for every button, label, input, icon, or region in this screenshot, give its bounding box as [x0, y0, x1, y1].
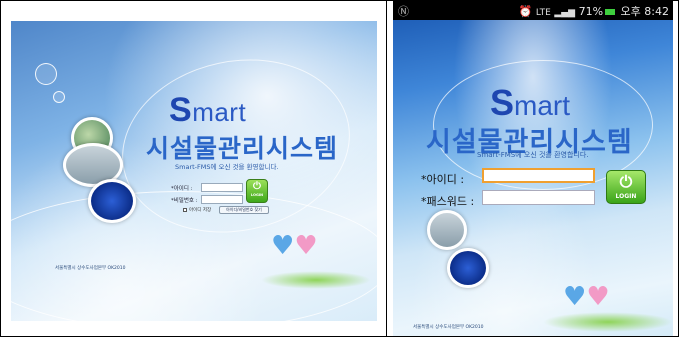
battery-icon [605, 9, 616, 15]
battery-percent: 71% [578, 5, 604, 18]
footer-org: 서울특별시 상수도사업본부 OK2010 [413, 325, 484, 330]
mascot-characters: ♥♥ [271, 231, 318, 261]
decorative-bubble [53, 91, 65, 103]
blue-mascot-icon: ♥ [563, 282, 587, 312]
id-label: *아이디 : [421, 173, 465, 186]
mascot-characters: ♥♥ [563, 282, 610, 312]
page-title: 시설물관리시스템 [146, 134, 339, 163]
welcome-subtitle: Smart-FMS에 오신 것을 환영합니다. [175, 163, 279, 171]
alarm-icon: ⏰ [518, 5, 533, 18]
password-label: *패스워드 : [421, 195, 475, 208]
password-input[interactable] [201, 195, 243, 204]
notification-icon: Ⓝ [398, 5, 409, 18]
footer-org: 서울특별시 상수도사업본부 OK2010 [55, 266, 126, 271]
signal-icon: ▂▄▆ [554, 8, 576, 18]
login-button-label: LOGIN [615, 193, 637, 200]
decorative-grass [261, 271, 371, 289]
facility-photo [88, 179, 136, 223]
status-right: ⏰ LTE ▂▄▆ 71% 오후 8:42 [519, 3, 669, 19]
power-icon: ⏻ [619, 172, 633, 191]
remember-id-checkbox[interactable]: 아이디 저장 [183, 207, 211, 213]
smart-logo: Smart [490, 82, 571, 123]
login-button[interactable]: ⏻ LOGIN [246, 179, 268, 203]
decorative-grass [543, 312, 673, 332]
id-label: *아이디 : [171, 186, 193, 192]
clock: 오후 8:42 [620, 5, 669, 18]
checkbox-box[interactable] [183, 207, 187, 212]
password-label: *비밀번호 : [171, 198, 198, 204]
facility-photo [427, 210, 467, 250]
login-button[interactable]: ⏻ LOGIN [606, 170, 646, 204]
power-icon: ⏻ [253, 181, 261, 192]
remember-id-label: 아이디 저장 [189, 208, 212, 213]
decorative-bubble [35, 63, 57, 85]
mobile-screenshot: Ⓝ ⏰ LTE ▂▄▆ 71% 오후 8:42 Smart 시설물관리시스템 S… [387, 0, 679, 337]
blue-mascot-icon: ♥ [271, 231, 295, 261]
id-input[interactable] [482, 168, 595, 183]
find-account-button[interactable]: 아이디/비밀번호 찾기 [219, 206, 269, 214]
welcome-subtitle: Smart-FMS에 오신 것을 환영합니다. [477, 151, 589, 159]
id-input[interactable] [201, 183, 243, 192]
pink-mascot-icon: ♥ [294, 231, 318, 261]
facility-photo [447, 248, 489, 288]
smart-logo: Smart [169, 91, 247, 129]
status-bar: Ⓝ ⏰ LTE ▂▄▆ 71% 오후 8:42 [393, 1, 673, 20]
desktop-login-page: Smart 시설물관리시스템 Smart-FMS에 오신 것을 환영합니다. *… [11, 21, 377, 321]
desktop-screenshot: Smart 시설물관리시스템 Smart-FMS에 오신 것을 환영합니다. *… [0, 0, 387, 337]
network-type: LTE [535, 8, 551, 18]
password-input[interactable] [482, 190, 595, 205]
mobile-login-page: Smart 시설물관리시스템 Smart-FMS에 오신 것을 환영합니다. *… [393, 20, 673, 336]
login-button-label: LOGIN [250, 193, 264, 197]
pink-mascot-icon: ♥ [586, 282, 610, 312]
